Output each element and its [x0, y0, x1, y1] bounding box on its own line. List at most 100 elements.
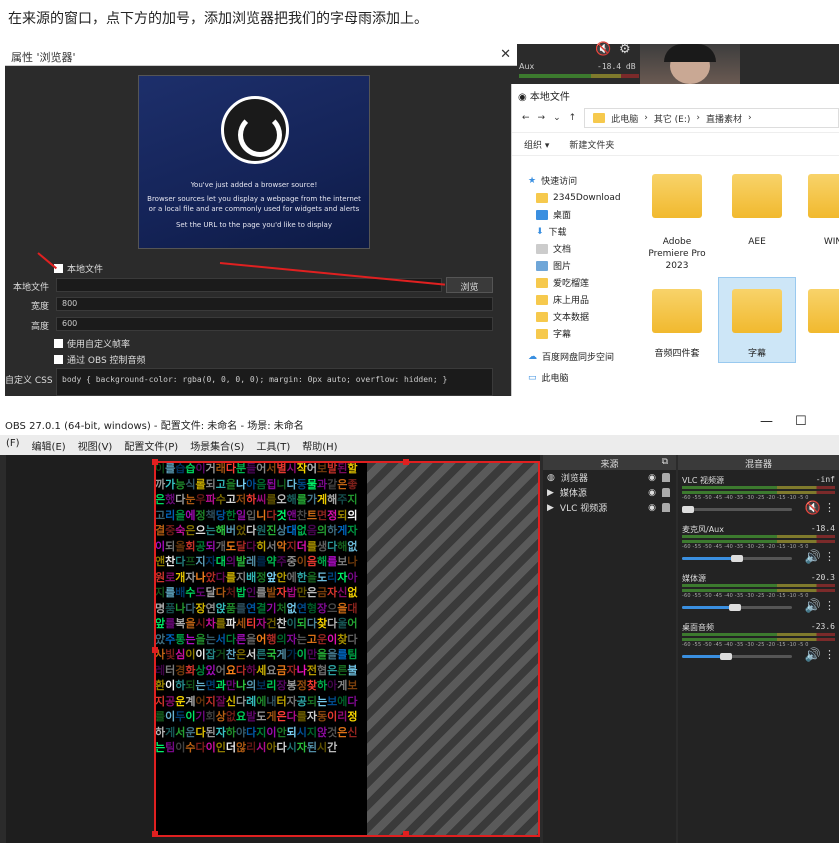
nav-item[interactable]: 2345Download: [528, 189, 628, 206]
source-item[interactable]: ▶ 媒体源 ◉: [543, 485, 676, 500]
level-meter: [682, 491, 835, 494]
width-input[interactable]: 800: [56, 297, 493, 311]
lock-icon[interactable]: [662, 488, 670, 497]
gear-icon[interactable]: ⋮: [824, 550, 835, 563]
nav-item[interactable]: 爱吃榴莲: [528, 274, 628, 291]
aux-meter: [519, 74, 639, 78]
lock-icon[interactable]: [662, 473, 670, 482]
chevron-down-icon[interactable]: ⌄: [553, 113, 561, 123]
nav-item[interactable]: ⬇ 下载: [528, 223, 628, 240]
forward-icon[interactable]: →: [538, 113, 546, 123]
folder-icon[interactable]: [732, 174, 782, 218]
channel-name: 麦克风/Aux: [682, 525, 724, 534]
height-input[interactable]: 600: [56, 317, 493, 331]
height-label: 高度: [30, 322, 49, 332]
folder-icon[interactable]: [808, 289, 839, 333]
level-meter: [682, 540, 835, 543]
resize-handle[interactable]: [152, 459, 158, 465]
organize-button[interactable]: 组织 ▾: [524, 138, 549, 151]
explorer-title-text: 本地文件: [529, 92, 570, 103]
volume-slider[interactable]: [682, 655, 792, 658]
custom-css-input[interactable]: body { background-color: rgba(0, 0, 0, 0…: [56, 368, 493, 396]
menu-help[interactable]: 帮助(H): [302, 438, 337, 455]
resize-handle[interactable]: [152, 831, 158, 837]
breadcrumb-item[interactable]: 其它 (E:): [654, 112, 691, 125]
resize-handle[interactable]: [403, 459, 409, 465]
file-label[interactable]: WIN: [798, 236, 839, 248]
file-label[interactable]: 字幕: [722, 348, 792, 360]
gear-icon[interactable]: ⋮: [824, 501, 835, 514]
level-meter: [682, 486, 835, 489]
nav-item[interactable]: ★ 快速访问: [528, 172, 628, 189]
local-file-checkbox[interactable]: 本地文件: [54, 262, 103, 275]
preview-line-1: You've just added a browser source!: [190, 181, 318, 189]
file-label[interactable]: Adobe Premiere Pro 2023: [642, 236, 712, 272]
volume-slider[interactable]: [682, 508, 792, 511]
window-title: 属性 '浏览器': [11, 51, 76, 64]
new-folder-button[interactable]: 新建文件夹: [569, 138, 614, 151]
chrome-icon: ◉: [518, 92, 530, 103]
mute-icon[interactable]: 🔇: [595, 42, 611, 57]
back-icon[interactable]: ←: [522, 113, 530, 123]
custom-fps-checkbox[interactable]: 使用自定义帧率: [54, 337, 130, 350]
eye-icon[interactable]: ◉: [648, 473, 656, 483]
source-item[interactable]: ◍ 浏览器 ◉: [543, 470, 676, 485]
menu-profile[interactable]: 配置文件(P): [124, 438, 178, 455]
nav-item[interactable]: ▭ 此电脑: [528, 369, 628, 386]
nav-item[interactable]: 文本数据: [528, 308, 628, 325]
slider-knob[interactable]: [720, 653, 732, 660]
gear-icon[interactable]: ⚙: [619, 42, 631, 57]
folder-icon[interactable]: [652, 289, 702, 333]
nav-item[interactable]: 文档: [528, 240, 628, 257]
resize-handle[interactable]: [152, 647, 158, 653]
nav-item[interactable]: 字幕: [528, 325, 628, 342]
folder-icon[interactable]: [732, 289, 782, 333]
gear-icon[interactable]: ⋮: [824, 648, 835, 661]
nav-item[interactable]: 桌面: [528, 206, 628, 223]
nav-item[interactable]: 床上用品: [528, 291, 628, 308]
close-icon[interactable]: ✕: [500, 47, 511, 62]
source-label: 媒体源: [559, 489, 587, 499]
channel-name: 媒体源: [682, 574, 706, 583]
caption-text: 在来源的窗口，点下方的加号，添加浏览器把我们的字母雨添加上。: [8, 11, 428, 27]
eye-icon[interactable]: ◉: [648, 488, 656, 498]
eye-icon[interactable]: ◉: [648, 503, 656, 513]
file-label[interactable]: 音频四件套: [642, 348, 712, 360]
selection-box[interactable]: [152, 459, 540, 837]
folder-icon[interactable]: [808, 174, 839, 218]
source-item[interactable]: ▶ VLC 视频源 ◉: [543, 500, 676, 515]
maximize-icon[interactable]: ☐: [795, 414, 807, 429]
slider-knob[interactable]: [728, 604, 741, 611]
menu-tools[interactable]: 工具(T): [256, 438, 290, 455]
local-file-input[interactable]: [56, 278, 442, 292]
webcam-face-image: [640, 44, 740, 84]
menu-view[interactable]: 视图(V): [78, 438, 113, 455]
nav-item[interactable]: 图片: [528, 257, 628, 274]
speaker-icon[interactable]: 🔊: [805, 599, 821, 614]
obs-audio-checkbox[interactable]: 通过 OBS 控制音频: [54, 353, 146, 366]
preview-line-2: Browser sources let you display a webpag…: [147, 195, 361, 213]
minimize-icon[interactable]: —: [760, 414, 773, 429]
breadcrumb-item[interactable]: 直播素材: [706, 112, 742, 125]
dock-undock-icon[interactable]: ⧉: [662, 457, 668, 467]
menu-scene-collection[interactable]: 场景集合(S): [190, 438, 244, 455]
slider-knob[interactable]: [681, 506, 694, 513]
resize-handle[interactable]: [403, 831, 409, 837]
menu-file[interactable]: (F): [6, 438, 20, 455]
folder-icon[interactable]: [652, 174, 702, 218]
slider-knob[interactable]: [731, 555, 743, 562]
nav-item[interactable]: ☁ 百度网盘同步空间: [528, 348, 628, 365]
file-label[interactable]: AEE: [722, 236, 792, 248]
audio-mixer-dock: 混音器 VLC 视频源 -inf -60 -55 -50 -45 -40 -35 -…: [678, 455, 839, 843]
breadcrumb-item[interactable]: 此电脑: [611, 112, 638, 125]
menu-edit[interactable]: 编辑(E): [32, 438, 66, 455]
speaker-icon[interactable]: 🔇: [805, 501, 821, 516]
mixer-header: 混音器: [678, 455, 839, 470]
gear-icon[interactable]: ⋮: [824, 599, 835, 612]
lock-icon[interactable]: [662, 503, 670, 512]
browse-button[interactable]: 浏览: [446, 277, 493, 293]
up-icon[interactable]: ↑: [569, 113, 577, 123]
speaker-icon[interactable]: 🔊: [805, 648, 821, 663]
breadcrumb[interactable]: 此电脑 › 其它 (E:) › 直播素材 ›: [584, 108, 839, 128]
speaker-icon[interactable]: 🔊: [805, 550, 821, 565]
